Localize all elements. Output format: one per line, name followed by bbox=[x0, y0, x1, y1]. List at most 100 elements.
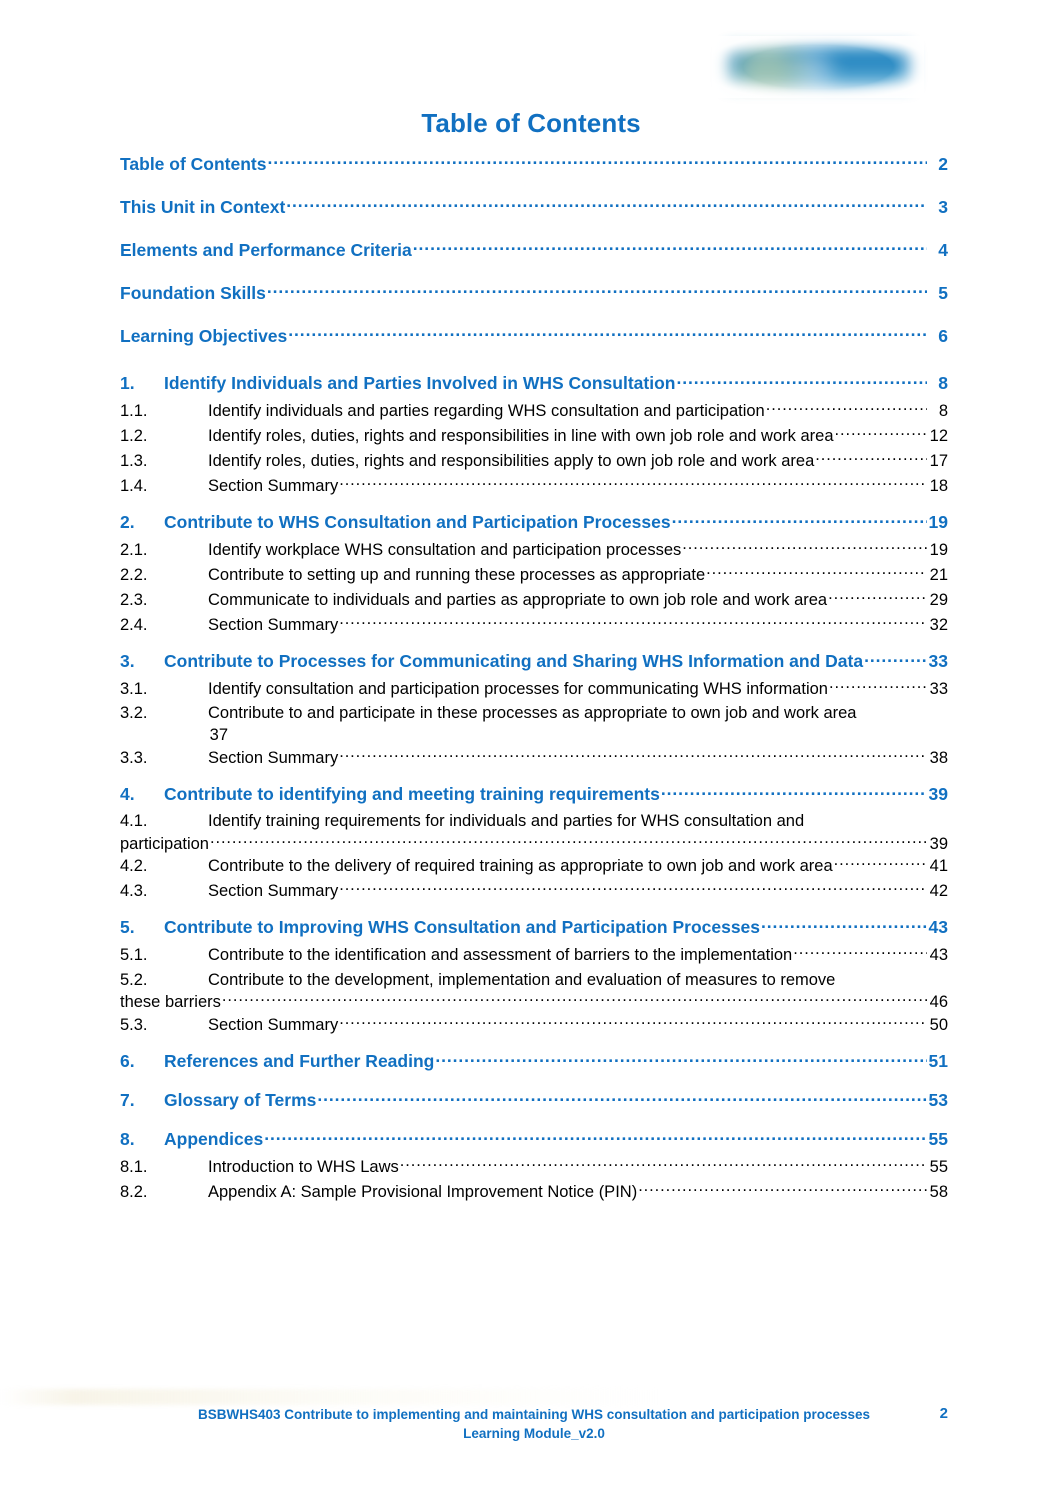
toc-dot-leader bbox=[661, 782, 927, 800]
toc-group-spacer bbox=[120, 274, 948, 281]
toc-entry[interactable]: 6. References and Further Reading 51 bbox=[120, 1049, 948, 1077]
toc-entry-label: Contribute to the identification and ass… bbox=[208, 946, 793, 964]
footer-page-number: 2 bbox=[939, 1405, 948, 1422]
toc-entry-page-number: 29 bbox=[929, 590, 948, 609]
toc-group-spacer bbox=[120, 499, 948, 510]
toc-dot-leader bbox=[400, 1155, 927, 1172]
toc-entry-line: 5.2. Contribute to the development, imple… bbox=[120, 969, 948, 991]
toc-entry-label: This Unit in Context bbox=[120, 197, 286, 217]
toc-entry-label: Contribute to the delivery of required t… bbox=[208, 857, 833, 875]
logo-blur-overlay bbox=[712, 36, 924, 98]
toc-entry[interactable]: 4.3. Section Summary 42 bbox=[120, 880, 948, 905]
toc-entry-label: Identify training requirements for indiv… bbox=[208, 812, 805, 830]
toc-entry-page-number: 38 bbox=[929, 748, 948, 767]
toc-entry[interactable]: 5.1. Contribute to the identification and… bbox=[120, 944, 948, 969]
toc-group-spacer bbox=[120, 1038, 948, 1049]
toc-entry-label: Glossary of Terms bbox=[164, 1089, 317, 1110]
toc-entry[interactable]: Table of Contents 2 bbox=[120, 152, 948, 188]
toc-entry[interactable]: 8.2. Appendix A: Sample Provisional Impro… bbox=[120, 1180, 948, 1205]
toc-entry-page-number: 39 bbox=[929, 834, 948, 853]
toc-entry-number: 3.2. bbox=[120, 704, 148, 722]
toc-entry[interactable]: Foundation Skills 5 bbox=[120, 281, 948, 317]
toc-entry[interactable]: 2.4. Section Summary 32 bbox=[120, 613, 948, 638]
toc-entry-page-number: 43 bbox=[928, 917, 948, 937]
toc-entry-number: 8.1. bbox=[120, 1157, 148, 1176]
toc-entry-page-number: 17 bbox=[929, 451, 948, 470]
toc-entry-line: 4.1. Identify training requirements for i… bbox=[120, 810, 948, 832]
toc-entry[interactable]: 4. Contribute to identifying and meeting … bbox=[120, 782, 948, 810]
toc-group-spacer bbox=[120, 1077, 948, 1088]
toc-entry[interactable]: 8. Appendices 55 bbox=[120, 1127, 948, 1155]
toc-entry[interactable]: 2. Contribute to WHS Consultation and Par… bbox=[120, 510, 948, 538]
toc-group-spacer bbox=[120, 638, 948, 649]
toc-entry-number: 6. bbox=[120, 1050, 135, 1071]
toc-entry-page-number: 33 bbox=[928, 650, 948, 671]
toc-entry-number: 5.1. bbox=[120, 946, 148, 964]
toc-entry-page-number: 39 bbox=[928, 783, 948, 804]
toc-entry-number: 4.2. bbox=[120, 857, 148, 875]
toc-entry-page-number: 18 bbox=[929, 476, 948, 495]
toc-group-spacer bbox=[120, 188, 948, 195]
toc-entry-page-number: 4 bbox=[938, 240, 948, 260]
toc-entry-number: 7. bbox=[120, 1089, 135, 1110]
toc-entry-number: 8. bbox=[120, 1128, 135, 1149]
toc-entry-label: Contribute to WHS Consultation and Parti… bbox=[164, 511, 671, 532]
toc-entry-page-number: 46 bbox=[929, 993, 948, 1011]
toc-entry[interactable]: 2.1. Identify workplace WHS consultation … bbox=[120, 538, 948, 563]
toc-dot-leader bbox=[267, 153, 927, 171]
toc-entry[interactable]: Learning Objectives 6 bbox=[120, 324, 948, 360]
toc-entry[interactable]: This Unit in Context 3 bbox=[120, 195, 948, 231]
toc-entry-label: Contribute to the development, implement… bbox=[208, 970, 836, 989]
toc-entry[interactable]: 3.3. Section Summary 38 bbox=[120, 746, 948, 771]
toc-dot-leader bbox=[793, 944, 927, 961]
toc-dot-leader bbox=[267, 282, 927, 300]
toc-dot-leader bbox=[317, 1088, 927, 1106]
toc-entry[interactable]: Elements and Performance Criteria 4 bbox=[120, 238, 948, 274]
toc-entry[interactable]: 1.4. Section Summary 18 bbox=[120, 474, 948, 499]
toc-entry-number: 3. bbox=[120, 650, 135, 671]
toc-entry[interactable]: 4.1. Identify training requirements for i… bbox=[120, 810, 948, 855]
toc-entry[interactable]: 8.1. Introduction to WHS Laws 55 bbox=[120, 1155, 948, 1180]
toc-entry[interactable]: 4.2. Contribute to the delivery of requir… bbox=[120, 855, 948, 880]
toc-entry-label: Foundation Skills bbox=[120, 283, 266, 303]
toc-dot-leader bbox=[835, 424, 928, 441]
toc-group-spacer bbox=[120, 1116, 948, 1127]
toc-entry[interactable]: 3.2. Contribute to and participate in the… bbox=[120, 702, 948, 746]
toc-entry-continuation: 37 bbox=[120, 724, 1036, 746]
toc-entry-page-number: 53 bbox=[928, 1089, 948, 1110]
toc-entry[interactable]: 1. Identify Individuals and Parties Invol… bbox=[120, 371, 948, 399]
toc-entry-page-number: 2 bbox=[938, 154, 948, 174]
toc-entry[interactable]: 7. Glossary of Terms 53 bbox=[120, 1088, 948, 1116]
toc-entry-page-number: 51 bbox=[928, 1050, 948, 1071]
toc-entry[interactable]: 2.3. Communicate to individuals and parti… bbox=[120, 588, 948, 613]
toc-entry-page-number: 19 bbox=[928, 511, 948, 532]
toc-dot-leader bbox=[761, 916, 927, 934]
toc-entry-label: Identify consultation and participation … bbox=[208, 679, 828, 698]
toc-dot-leader bbox=[829, 677, 927, 694]
toc-entry-page-number: 55 bbox=[929, 1157, 948, 1176]
toc-entry-number: 4.1. bbox=[120, 812, 148, 830]
toc-entry[interactable]: 5.2. Contribute to the development, imple… bbox=[120, 969, 948, 1014]
toc-dot-leader bbox=[339, 613, 927, 630]
toc-entry[interactable]: 5. Contribute to Improving WHS Consultati… bbox=[120, 916, 948, 944]
toc-entry[interactable]: 3. Contribute to Processes for Communicat… bbox=[120, 649, 948, 677]
toc-entry-label: Contribute to Processes for Communicatin… bbox=[164, 650, 864, 671]
toc-entry-label: Identify Individuals and Parties Involve… bbox=[164, 372, 676, 393]
toc-dot-leader bbox=[672, 510, 927, 528]
toc-dot-leader bbox=[288, 325, 927, 343]
toc-entry-number: 5. bbox=[120, 917, 135, 937]
toc-entry[interactable]: 1.1. Identify individuals and parties reg… bbox=[120, 399, 948, 424]
toc-entry[interactable]: 3.1. Identify consultation and participat… bbox=[120, 677, 948, 702]
toc-group-spacer bbox=[120, 231, 948, 238]
toc-entry[interactable]: 5.3. Section Summary 50 bbox=[120, 1013, 948, 1038]
toc-entry[interactable]: 1.3. Identify roles, duties, rights and r… bbox=[120, 449, 948, 474]
toc-entry-label: Table of Contents bbox=[120, 154, 267, 174]
toc-entry-page-number: 8 bbox=[938, 401, 948, 420]
toc-entry[interactable]: 2.2. Contribute to setting up and running… bbox=[120, 563, 948, 588]
toc-dot-leader bbox=[339, 474, 927, 491]
toc-entry[interactable]: 1.2. Identify roles, duties, rights and r… bbox=[120, 424, 948, 449]
table-of-contents: Table of Contents 2 This Unit in Context 3 E… bbox=[120, 152, 948, 1205]
toc-dot-leader bbox=[676, 371, 927, 389]
toc-entry-label: Contribute to setting up and running the… bbox=[208, 565, 706, 584]
toc-entry-page-number: 33 bbox=[929, 679, 948, 698]
